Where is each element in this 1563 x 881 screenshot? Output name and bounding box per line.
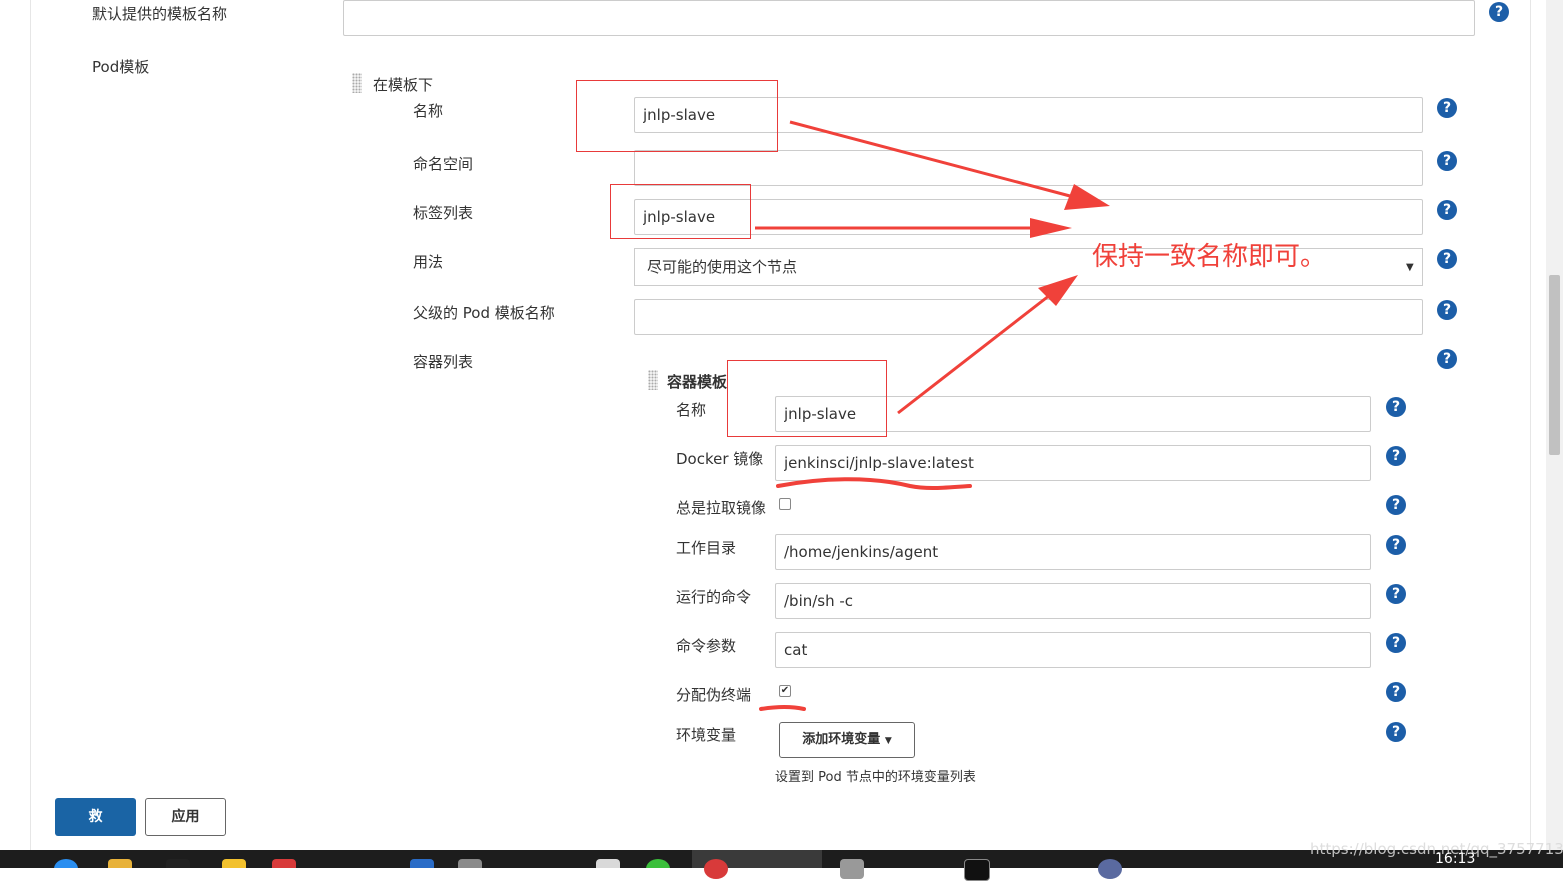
taskbar-clock: 16:13 — [1435, 851, 1476, 867]
arrow-head-2 — [1030, 218, 1072, 238]
app-icon-1[interactable] — [166, 859, 190, 868]
annotation-overlay — [755, 120, 1110, 711]
vscode-icon[interactable] — [410, 859, 434, 868]
app-icon-5[interactable] — [1098, 859, 1122, 879]
app-icon-3[interactable] — [272, 859, 296, 868]
folder-icon[interactable] — [108, 859, 132, 868]
arrow-line-3 — [897, 293, 1051, 415]
file-icon[interactable] — [596, 859, 620, 868]
arrow-line-1 — [789, 120, 1071, 198]
notepad-icon[interactable] — [458, 859, 482, 868]
browser-icon[interactable] — [54, 859, 78, 868]
wechat-icon[interactable] — [646, 859, 670, 868]
underline-image — [776, 477, 972, 491]
chrome-icon[interactable] — [704, 859, 728, 879]
arrow-head-1 — [1064, 184, 1110, 210]
app-icon-4[interactable] — [840, 859, 864, 879]
app-icon-2[interactable] — [222, 859, 246, 868]
underline-tty — [759, 705, 806, 711]
terminal-icon[interactable] — [964, 859, 990, 881]
